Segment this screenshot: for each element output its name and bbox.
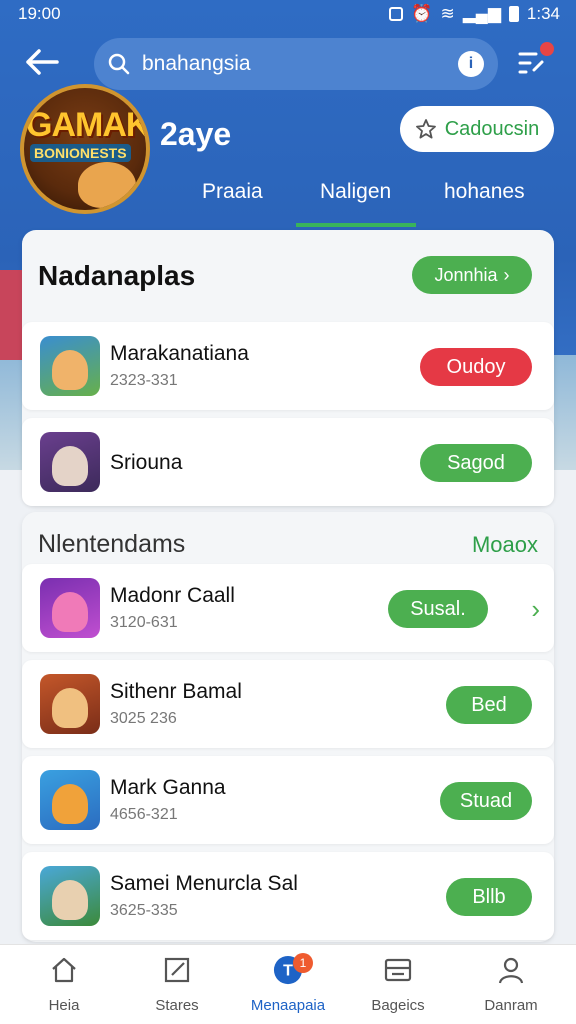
item-subtitle: 3625-335 [110, 902, 178, 919]
character-icon [52, 688, 88, 728]
nav-label: Stares [155, 997, 199, 1014]
list-item[interactable]: Sriouna Sagod [22, 418, 554, 506]
back-button[interactable] [22, 44, 62, 80]
search-input[interactable]: bnahangsia [142, 52, 458, 76]
recommended-section: Nlentendams Moaox Madonr Caall 3120-631 … [22, 512, 554, 942]
nav-profile[interactable]: Danram [456, 955, 566, 1014]
bottom-navigation: Heia Stares T 1 Menaapaia Bageics Danram [0, 944, 576, 1024]
follow-label: Cadoucsin [444, 117, 540, 140]
item-subtitle: 3025 236 [110, 710, 177, 727]
active-tab-indicator [296, 223, 416, 227]
game-thumbnail [40, 432, 100, 492]
character-icon [52, 592, 88, 632]
section-title: Nadanaplas [38, 260, 196, 291]
featured-section: Nadanaplas Jonnhia › Marakanatiana 2323-… [22, 230, 554, 506]
nav-home[interactable]: Heia [9, 955, 119, 1014]
nav-label: Bageics [371, 997, 425, 1014]
nfc-icon [389, 7, 404, 21]
info-icon[interactable]: i [458, 51, 484, 77]
status-bar: 19:00 ⏰ ≋ ▂▄▆ 1:34 [0, 0, 576, 28]
game-thumbnail [40, 866, 100, 926]
item-action-button[interactable]: Susal. [388, 590, 488, 628]
character-icon [52, 350, 88, 390]
tab-praaia[interactable]: Praaia [202, 180, 263, 204]
profile-icon [498, 957, 524, 984]
see-all-button[interactable]: Jonnhia › [412, 256, 532, 294]
notification-dot [540, 42, 554, 56]
inbox-icon [384, 958, 412, 982]
nav-notifications[interactable]: T 1 Menaapaia [233, 953, 343, 1014]
home-icon [52, 957, 76, 983]
battery-icon [508, 6, 519, 22]
item-action-button[interactable]: Bllb [446, 878, 532, 916]
more-link[interactable]: Moaox [472, 532, 538, 558]
app-logo: GAMAK BONIONESTS [20, 84, 150, 214]
svg-text:T: T [283, 963, 293, 980]
game-thumbnail [40, 578, 100, 638]
list-item[interactable]: Samei Menurcla Sal 3625-335 Bllb [22, 852, 554, 940]
nav-stares[interactable]: Stares [122, 955, 232, 1014]
item-action-button[interactable]: Sagod [420, 444, 532, 482]
alarm-icon: ⏰ [411, 4, 433, 23]
follow-button[interactable]: Cadoucsin [400, 106, 554, 152]
game-thumbnail [40, 770, 100, 830]
menu-button[interactable] [516, 42, 554, 80]
item-title: Marakanatiana [110, 342, 249, 365]
see-all-label: Jonnhia [434, 264, 498, 285]
item-subtitle: 2323-331 [110, 372, 178, 389]
nav-bageics[interactable]: Bageics [343, 955, 453, 1014]
logo-subtext: BONIONESTS [30, 144, 131, 162]
nav-label: Danram [484, 997, 538, 1014]
logo-character [78, 162, 136, 208]
list-item[interactable]: Mark Ganna 4656-321 Stuad [22, 756, 554, 844]
game-thumbnail [40, 674, 100, 734]
list-item[interactable]: Sithenr Bamal 3025 236 Bed [22, 660, 554, 748]
chevron-right-icon: › [503, 264, 510, 285]
tab-bar: Praaia Naligen hohanes [170, 176, 570, 228]
section-title: Nlentendams [38, 530, 186, 558]
character-icon [52, 880, 88, 920]
status-clock: 1:34 [526, 4, 560, 23]
search-bar[interactable]: bnahangsia i [94, 38, 498, 90]
nav-badge: 1 [293, 953, 313, 973]
item-title: Samei Menurcla Sal [110, 872, 298, 895]
list-item[interactable]: Marakanatiana 2323-331 Oudoy [22, 322, 554, 410]
nav-label: Menaapaia [250, 997, 326, 1014]
nav-label: Heia [48, 997, 80, 1014]
wifi-icon: ≋ [440, 4, 455, 23]
search-icon [108, 53, 130, 75]
item-title: Sithenr Bamal [110, 680, 242, 703]
item-action-button[interactable]: Stuad [440, 782, 532, 820]
edit-icon [164, 957, 190, 983]
star-icon [415, 119, 436, 139]
tab-naligen[interactable]: Naligen [320, 180, 391, 204]
item-title: Sriouna [110, 451, 183, 474]
app-title: 2aye [160, 116, 232, 152]
item-subtitle: 4656-321 [110, 806, 178, 823]
list-item[interactable]: Madonr Caall 3120-631 Susal. › [22, 564, 554, 652]
character-icon [52, 446, 88, 486]
chevron-right-icon[interactable]: › [531, 594, 540, 625]
tab-hohanes[interactable]: hohanes [444, 180, 525, 204]
item-title: Mark Ganna [110, 776, 226, 799]
logo-text: GAMAK [26, 106, 150, 144]
signal-icon: ▂▄▆ [462, 4, 501, 23]
back-arrow-icon [26, 49, 59, 75]
item-action-button[interactable]: Oudoy [420, 348, 532, 386]
item-subtitle: 3120-631 [110, 614, 178, 631]
item-title: Madonr Caall [110, 584, 235, 607]
character-icon [52, 784, 88, 824]
status-icons: ⏰ ≋ ▂▄▆ 1:34 [389, 4, 560, 24]
status-time: 19:00 [18, 4, 61, 23]
game-thumbnail [40, 336, 100, 396]
item-action-button[interactable]: Bed [446, 686, 532, 724]
